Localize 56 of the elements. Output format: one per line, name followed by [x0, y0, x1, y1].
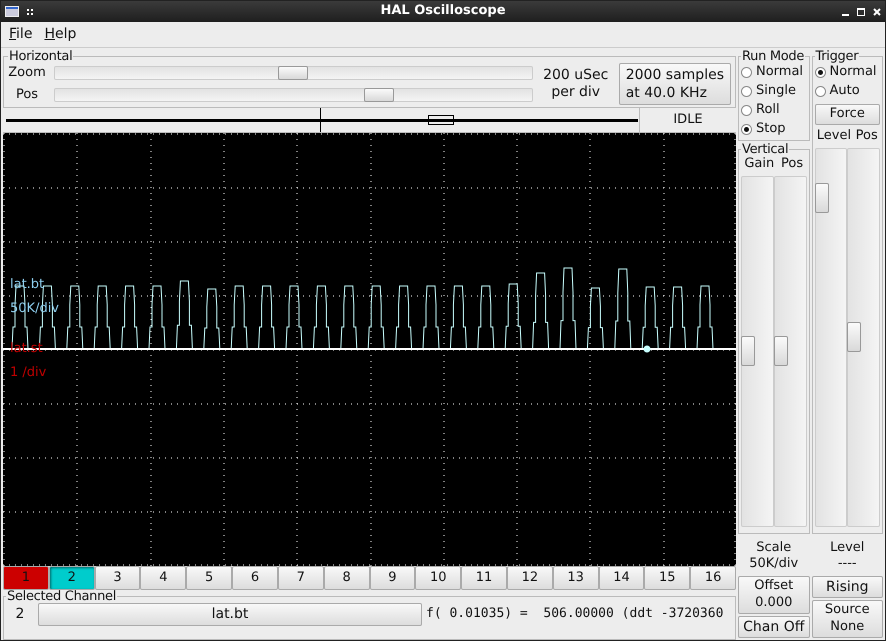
radio-label: Single [756, 83, 796, 100]
menu-item[interactable]: Help [44, 26, 76, 44]
channel-button[interactable]: 11 [461, 566, 507, 590]
frame-title: Run Mode [741, 50, 806, 63]
radio-option[interactable]: Normal [741, 63, 806, 82]
radio-option[interactable]: Single [741, 82, 806, 101]
channel-button[interactable]: 7 [278, 566, 324, 590]
channel-number: 2 [14, 606, 26, 624]
channel-button[interactable]: 13 [552, 566, 599, 590]
frame-title: Horizontal [8, 50, 74, 63]
time-scale: 200 uSec per div [542, 66, 610, 102]
channel-button[interactable]: 12 [506, 566, 553, 590]
trace-scale: 1 /div [10, 365, 46, 382]
frame-title: Selected Channel [6, 590, 118, 604]
menu-item[interactable]: File [9, 26, 32, 44]
slider-label: Pos [781, 156, 804, 172]
chan-off-button[interactable]: Chan Off [738, 616, 810, 638]
source-button[interactable]: Source None [812, 600, 883, 638]
radio-label: Roll [756, 102, 780, 119]
status-display: IDLE [639, 108, 736, 132]
radio-option[interactable]: Roll [741, 101, 806, 120]
channel-button[interactable]: 8 [324, 566, 370, 590]
radio-label: Stop [756, 121, 786, 138]
slider-label: Pos [856, 128, 878, 144]
offset-button[interactable]: Offset 0.000 [738, 576, 810, 614]
readout-text: f( 0.01035) = 506.00000 (ddt -3720360 [426, 606, 724, 623]
channel-button[interactable]: 15 [644, 566, 690, 590]
radio-option[interactable]: Auto [814, 82, 880, 101]
frame-title: Vertical [741, 143, 790, 156]
channel-button[interactable]: 14 [598, 566, 644, 590]
channel-button[interactable]: 4 [140, 566, 186, 590]
channel-name-button[interactable]: lat.bt [38, 603, 422, 626]
trigger-level: Level ---- [829, 538, 866, 573]
radio-label: Normal [830, 64, 877, 81]
channel-button[interactable]: 9 [370, 566, 416, 590]
radio-option[interactable]: Stop [741, 120, 806, 139]
window-title: HAL Oscilloscope [379, 3, 507, 20]
radio-label: Auto [830, 83, 860, 100]
slider-label: Zoom [8, 64, 46, 82]
vertical-scale: Scale 50K/div [748, 538, 800, 573]
frame-title: Trigger [814, 50, 860, 63]
channel-button[interactable]: 10 [415, 566, 462, 590]
radio-label: Normal [756, 64, 804, 81]
channel-button[interactable]: 5 [186, 566, 232, 590]
slider-label: Level [816, 128, 852, 144]
channel-button[interactable]: 16 [690, 566, 736, 590]
samples-button[interactable]: 2000 samples at 40.0 KHz [618, 63, 731, 106]
slider-label: Gain [744, 156, 774, 172]
channel-button[interactable]: 3 [94, 566, 140, 590]
force-button[interactable]: Force [814, 104, 880, 125]
channel-button[interactable]: 2 [48, 566, 95, 590]
slider-label: Pos [14, 87, 40, 104]
radio-option[interactable]: Normal [814, 63, 880, 82]
trace-name: lat.bt [10, 277, 44, 294]
channel-button[interactable]: 6 [232, 566, 278, 590]
edge-button[interactable]: Rising [812, 576, 883, 598]
